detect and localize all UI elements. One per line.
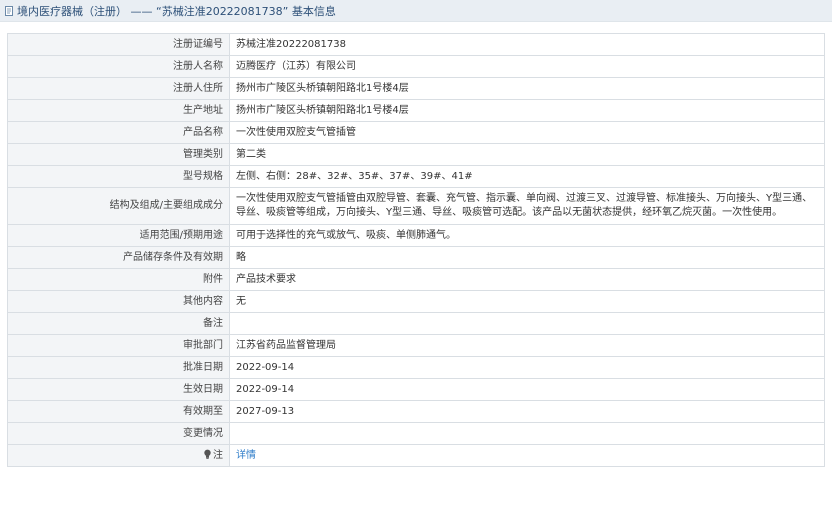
table-row: 产品储存条件及有效期 略 (7, 246, 825, 269)
row-value: 略 (229, 246, 825, 269)
row-value (229, 422, 825, 445)
row-value: 一次性使用双腔支气管插管由双腔导管、套囊、充气管、指示囊、单向阀、过渡三叉、过渡… (229, 187, 825, 225)
note-row: 注 详情 (7, 444, 825, 467)
row-value: 2022-09-14 (229, 378, 825, 401)
table-row: 型号规格 左侧、右侧：28#、32#、35#、37#、39#、41# (7, 165, 825, 188)
row-value: 扬州市广陵区头桥镇朝阳路北1号楼4层 (229, 77, 825, 100)
row-label: 注册人住所 (7, 77, 230, 100)
row-label: 产品储存条件及有效期 (7, 246, 230, 269)
row-label: 产品名称 (7, 121, 230, 144)
table-row: 结构及组成/主要组成成分 一次性使用双腔支气管插管由双腔导管、套囊、充气管、指示… (7, 187, 825, 225)
row-value: 苏械注准20222081738 (229, 33, 825, 56)
table-row: 生效日期 2022-09-14 (7, 378, 825, 401)
row-value: 可用于选择性的充气或放气、吸痰、单侧肺通气。 (229, 224, 825, 247)
row-label: 变更情况 (7, 422, 230, 445)
page-header: 境内医疗器械（注册） —— “苏械注准20222081738” 基本信息 (0, 0, 832, 22)
table-row: 附件 产品技术要求 (7, 268, 825, 291)
table-row: 备注 (7, 312, 825, 335)
note-label-cell: 注 (7, 444, 230, 467)
table-row: 生产地址 扬州市广陵区头桥镇朝阳路北1号楼4层 (7, 99, 825, 122)
detail-table: 注册证编号 苏械注准20222081738 注册人名称 迈腾医疗（江苏）有限公司… (7, 33, 825, 467)
row-value: 左侧、右侧：28#、32#、35#、37#、39#、41# (229, 165, 825, 188)
details-link[interactable]: 详情 (236, 450, 256, 461)
detail-table-body: 注册证编号 苏械注准20222081738 注册人名称 迈腾医疗（江苏）有限公司… (7, 33, 825, 467)
row-label: 适用范围/预期用途 (7, 224, 230, 247)
row-label: 附件 (7, 268, 230, 291)
document-icon (5, 5, 13, 16)
table-row: 管理类别 第二类 (7, 143, 825, 166)
lightbulb-icon (204, 449, 211, 459)
row-label: 结构及组成/主要组成成分 (7, 187, 230, 225)
row-label: 注册证编号 (7, 33, 230, 56)
row-value: 江苏省药品监督管理局 (229, 334, 825, 357)
row-label: 注册人名称 (7, 55, 230, 78)
table-row: 注册证编号 苏械注准20222081738 (7, 33, 825, 56)
row-label: 生效日期 (7, 378, 230, 401)
note-label: 注 (213, 449, 223, 461)
table-row: 注册人住所 扬州市广陵区头桥镇朝阳路北1号楼4层 (7, 77, 825, 100)
row-value: 无 (229, 290, 825, 313)
row-label: 备注 (7, 312, 230, 335)
note-value-cell: 详情 (229, 444, 825, 467)
row-label: 有效期至 (7, 400, 230, 423)
row-value: 2027-09-13 (229, 400, 825, 423)
row-label: 管理类别 (7, 143, 230, 166)
row-label: 生产地址 (7, 99, 230, 122)
table-row: 产品名称 一次性使用双腔支气管插管 (7, 121, 825, 144)
table-row: 其他内容 无 (7, 290, 825, 313)
row-value: 扬州市广陵区头桥镇朝阳路北1号楼4层 (229, 99, 825, 122)
table-row: 审批部门 江苏省药品监督管理局 (7, 334, 825, 357)
row-value: 产品技术要求 (229, 268, 825, 291)
row-value: 第二类 (229, 143, 825, 166)
table-row: 注册人名称 迈腾医疗（江苏）有限公司 (7, 55, 825, 78)
page-title: 境内医疗器械（注册） —— “苏械注准20222081738” 基本信息 (17, 4, 336, 18)
table-row: 批准日期 2022-09-14 (7, 356, 825, 379)
row-value: 迈腾医疗（江苏）有限公司 (229, 55, 825, 78)
table-row: 适用范围/预期用途 可用于选择性的充气或放气、吸痰、单侧肺通气。 (7, 224, 825, 247)
row-value: 一次性使用双腔支气管插管 (229, 121, 825, 144)
table-row: 变更情况 (7, 422, 825, 445)
row-label: 型号规格 (7, 165, 230, 188)
row-label: 批准日期 (7, 356, 230, 379)
row-value (229, 312, 825, 335)
table-row: 有效期至 2027-09-13 (7, 400, 825, 423)
row-label: 其他内容 (7, 290, 230, 313)
row-label: 审批部门 (7, 334, 230, 357)
row-value: 2022-09-14 (229, 356, 825, 379)
